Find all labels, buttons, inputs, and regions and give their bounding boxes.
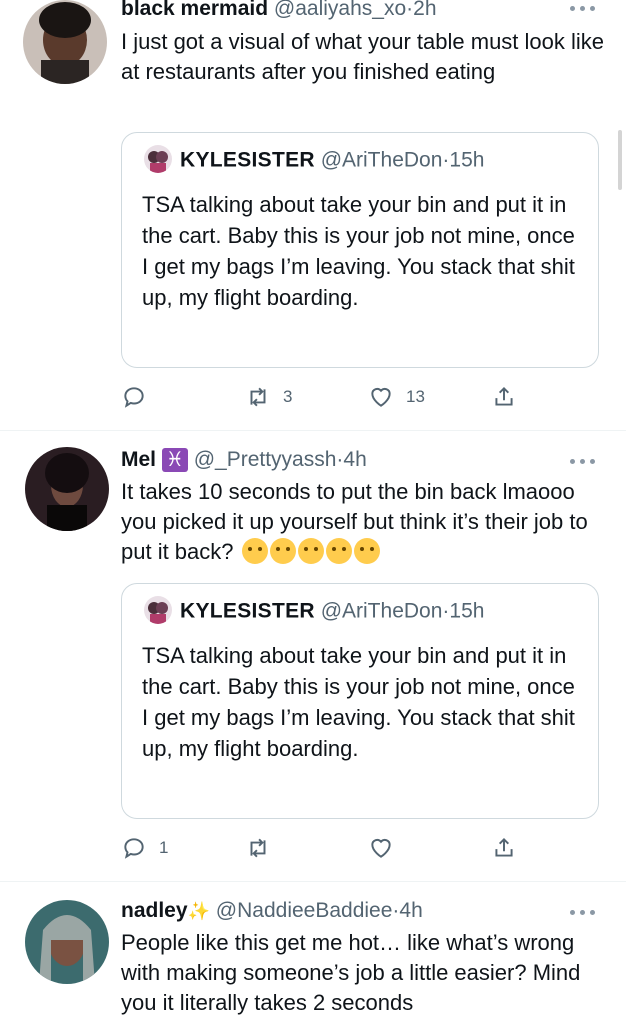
tweet[interactable]: Mel ♓ @_Prettyyassh·4h It takes 10 secon… <box>0 431 626 881</box>
pisces-badge: ♓ <box>161 448 188 473</box>
display-name[interactable]: Mel <box>121 448 156 471</box>
avatar[interactable] <box>23 0 107 84</box>
share-icon <box>495 837 513 857</box>
retweet-icon <box>250 387 266 407</box>
like-button[interactable]: 13 <box>368 382 425 412</box>
tweet-header: Mel ♓ @_Prettyyassh·4h <box>121 447 604 473</box>
more-options-icon[interactable] <box>570 459 596 465</box>
timestamp[interactable]: 4h <box>343 448 366 471</box>
thinking-face-icon <box>269 538 296 565</box>
reply-icon <box>124 387 144 408</box>
loudly-crying-face-icon <box>353 538 380 565</box>
timestamp[interactable]: 2h <box>413 0 436 20</box>
quoted-avatar <box>144 145 172 173</box>
quoted-tweet[interactable]: KYLESISTER @AriTheDon·15h TSA talking ab… <box>121 583 599 819</box>
heart-icon <box>371 838 391 858</box>
tweet-text: People like this get me hot… like what’s… <box>121 930 581 1015</box>
quoted-tweet-header: KYLESISTER @AriTheDon·15h <box>144 596 485 626</box>
tweet[interactable]: black mermaid @aaliyahs_xo·2h I just got… <box>0 0 626 430</box>
quoted-handle: @AriTheDon <box>320 599 443 623</box>
retweet-button[interactable] <box>245 833 283 863</box>
quoted-display-name: KYLESISTER <box>180 599 315 623</box>
quoted-tweet[interactable]: KYLESISTER @AriTheDon·15h TSA talking ab… <box>121 132 599 368</box>
sparkles-icon: ✨ <box>187 901 210 921</box>
quoted-timestamp: 15h <box>449 148 485 172</box>
tweet-text-wrapper: It takes 10 seconds to put the bin back … <box>121 477 604 567</box>
quoted-tweet-text: TSA talking about take your bin and put … <box>142 192 575 310</box>
tweet[interactable]: nadley✨ @NaddieeBaddiee·4h People like t… <box>0 882 626 1024</box>
share-button[interactable] <box>491 382 517 412</box>
quoted-avatar <box>144 596 172 624</box>
quoted-timestamp: 15h <box>449 599 485 623</box>
tweet-header: nadley✨ @NaddieeBaddiee·4h <box>121 898 604 924</box>
tweet-header: black mermaid @aaliyahs_xo·2h <box>121 0 604 22</box>
loudly-crying-face-icon <box>325 538 352 565</box>
handle[interactable]: @aaliyahs_xo <box>274 0 406 20</box>
more-options-icon[interactable] <box>570 910 596 916</box>
like-count: 13 <box>406 387 425 406</box>
quoted-handle: @AriTheDon <box>320 148 443 172</box>
more-options-icon[interactable] <box>570 6 596 12</box>
retweet-count: 3 <box>283 387 293 406</box>
share-icon <box>495 386 513 406</box>
timestamp[interactable]: 4h <box>399 899 422 922</box>
quoted-display-name: KYLESISTER <box>180 148 315 172</box>
avatar[interactable] <box>25 900 109 984</box>
reply-icon <box>124 838 144 859</box>
tweet-text: I just got a visual of what your table m… <box>121 29 605 84</box>
quoted-tweet-text: TSA talking about take your bin and put … <box>142 643 575 761</box>
thinking-face-icon <box>241 538 268 565</box>
loudly-crying-face-icon <box>297 538 324 565</box>
display-name[interactable]: nadley <box>121 899 188 922</box>
handle[interactable]: @_Prettyyassh <box>194 448 337 471</box>
avatar[interactable] <box>25 447 109 531</box>
display-name[interactable]: black mermaid <box>121 0 268 20</box>
retweet-button[interactable]: 3 <box>245 382 292 412</box>
quoted-tweet-header: KYLESISTER @AriTheDon·15h <box>144 145 485 175</box>
share-button[interactable] <box>491 833 517 863</box>
tweet-actions: 3 13 <box>0 382 626 412</box>
like-button[interactable] <box>368 833 406 863</box>
retweet-icon <box>250 838 266 858</box>
heart-icon <box>371 387 391 407</box>
reply-button[interactable]: 1 <box>121 833 168 863</box>
reply-count: 1 <box>159 838 169 857</box>
reply-button[interactable] <box>121 382 159 412</box>
tweet-actions: 1 <box>0 833 626 863</box>
handle[interactable]: @NaddieeBaddiee <box>216 899 393 922</box>
